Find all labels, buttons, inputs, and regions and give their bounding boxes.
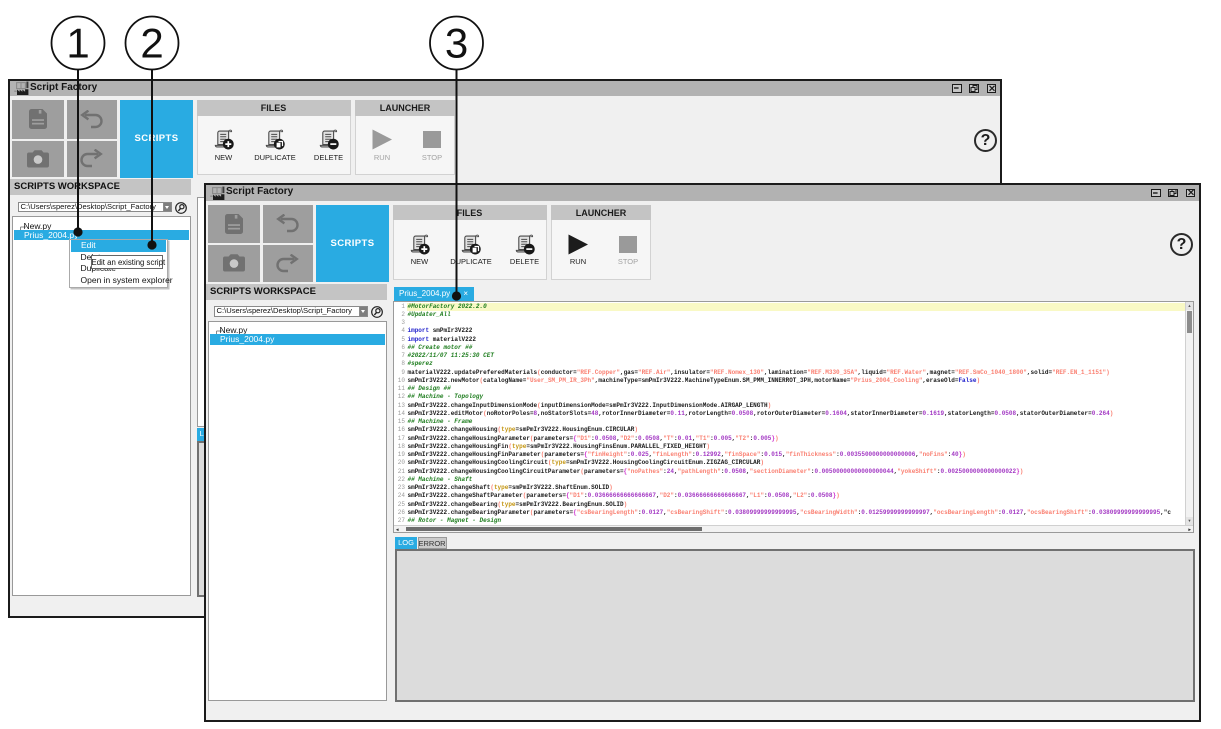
svg-text:3: 3 [445,20,468,67]
svg-text:2: 2 [140,20,163,67]
svg-text:1: 1 [66,20,89,67]
